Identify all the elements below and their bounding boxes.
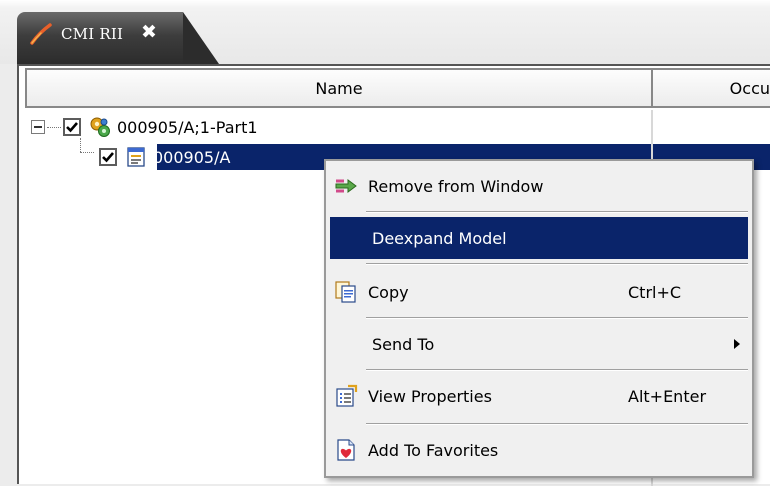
collapse-icon[interactable]	[31, 120, 45, 134]
child-checkbox[interactable]	[99, 148, 117, 166]
copy-icon	[335, 281, 356, 303]
menu-item-view-properties[interactable]: View Properties Alt+Enter	[330, 375, 748, 417]
pen-stroke-icon	[30, 23, 52, 45]
tab-title: CMI RII	[61, 25, 124, 43]
properties-icon	[336, 384, 358, 407]
menu-separator	[366, 369, 748, 371]
menu-item-label: Deexpand Model	[372, 228, 507, 248]
menu-item-label: Send To	[372, 334, 435, 354]
menu-item-copy[interactable]: Copy Ctrl+C	[330, 271, 748, 313]
menu-separator	[366, 263, 748, 265]
menu-separator	[366, 423, 748, 425]
column-header-name[interactable]: Name	[25, 68, 653, 108]
column-header-occurrence[interactable]: Occu	[651, 68, 770, 108]
menu-item-label: Remove from Window	[368, 176, 544, 196]
tab-cmi-rii[interactable]: CMI RII ✖	[17, 12, 219, 64]
menu-item-shortcut: Alt+Enter	[628, 386, 707, 406]
submenu-arrow-icon	[734, 339, 740, 349]
tree-node-label: 000905/A;1-Part1	[117, 117, 258, 137]
tree-connector-vertical	[80, 138, 81, 152]
model-document-icon	[127, 147, 145, 167]
tree-connector	[47, 126, 61, 128]
menu-separator	[366, 317, 748, 319]
menu-item-label: Copy	[368, 282, 409, 302]
menu-item-deexpand-model[interactable]: Deexpand Model	[330, 217, 748, 259]
column-header-row: Name Occu	[25, 68, 770, 110]
menu-separator	[366, 211, 748, 213]
menu-item-add-to-favorites[interactable]: Add To Favorites	[330, 429, 748, 471]
menu-item-label: Add To Favorites	[368, 440, 499, 460]
root-checkbox[interactable]	[63, 118, 81, 136]
tree-row-child[interactable]: 000905/A	[99, 144, 230, 170]
checkmark-icon	[66, 122, 78, 133]
favorites-icon	[337, 439, 355, 461]
close-icon[interactable]: ✖	[138, 21, 160, 43]
remove-arrow-icon	[335, 179, 357, 193]
menu-item-shortcut: Ctrl+C	[628, 282, 682, 302]
assembly-gears-icon	[90, 117, 110, 137]
menu-item-label: View Properties	[368, 386, 492, 406]
tab-strip: CMI RII ✖	[0, 0, 770, 64]
tree-row-root[interactable]: 000905/A;1-Part1	[31, 114, 258, 140]
tree-connector-horizontal	[80, 152, 94, 153]
checkmark-icon	[102, 152, 114, 163]
tree-node-label-selected: 000905/A	[153, 147, 231, 167]
menu-item-remove-from-window[interactable]: Remove from Window	[330, 165, 748, 207]
menu-item-send-to[interactable]: Send To	[330, 323, 748, 365]
context-menu: Remove from Window Deexpand Model Copy C…	[324, 159, 754, 478]
